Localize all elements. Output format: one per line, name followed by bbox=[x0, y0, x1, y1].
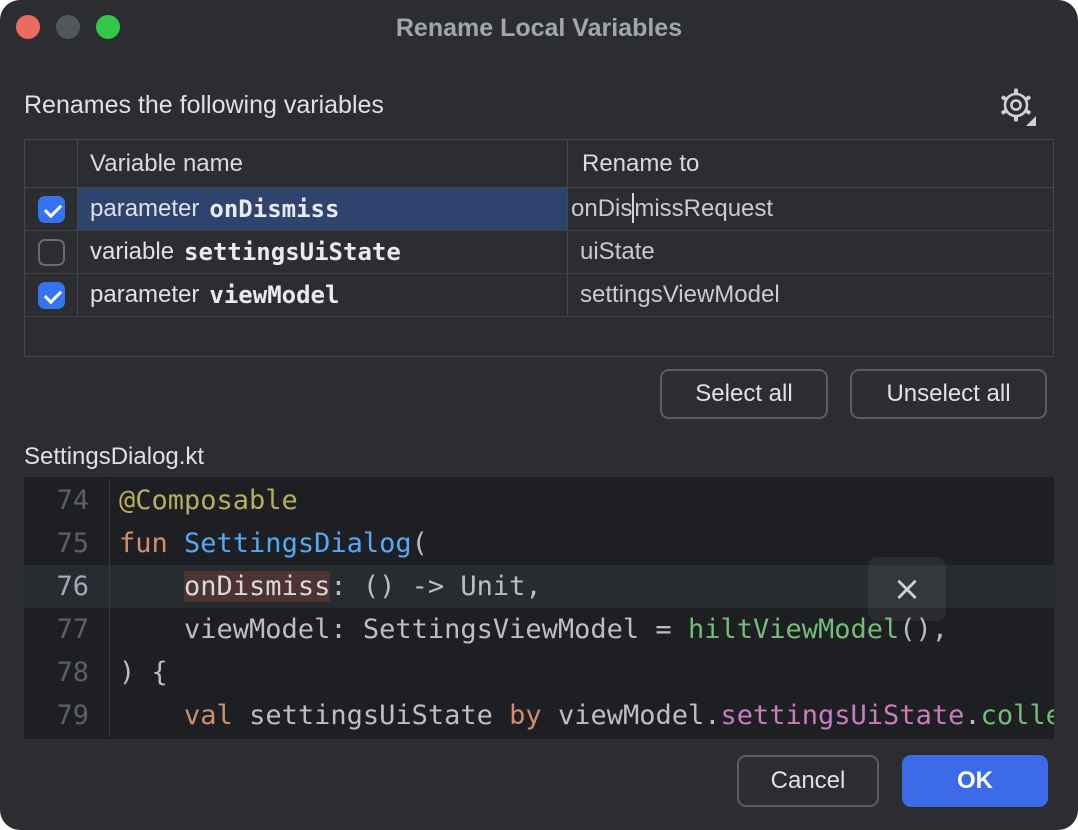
line-number: 76 bbox=[24, 565, 110, 608]
variable-cell[interactable]: parameter viewModel bbox=[78, 274, 568, 316]
code-preview: 74 @Composable 75 fun SettingsDialog( 76… bbox=[24, 477, 1054, 739]
rename-summary-label: Renames the following variables bbox=[24, 91, 384, 120]
table-row: parameter onDismiss onDismissRequest bbox=[25, 188, 1053, 231]
variable-kind: parameter bbox=[90, 281, 199, 309]
line-number: 79 bbox=[24, 694, 110, 737]
row-checkbox[interactable] bbox=[38, 196, 65, 223]
variable-name-column-header: Variable name bbox=[78, 140, 568, 187]
variable-kind: parameter bbox=[90, 195, 199, 223]
code-line: 79 val settingsUiState by viewModel.sett… bbox=[24, 694, 1054, 737]
line-number: 75 bbox=[24, 522, 110, 565]
row-checkbox[interactable] bbox=[38, 239, 65, 266]
code-line: 78 ) { bbox=[24, 651, 1054, 694]
table-row: parameter viewModel settingsViewModel bbox=[25, 274, 1053, 317]
close-preview-button[interactable]: × bbox=[868, 557, 946, 621]
variable-kind: variable bbox=[90, 238, 174, 266]
rename-input[interactable]: uiState bbox=[568, 231, 1053, 273]
rename-text: settingsViewModel bbox=[580, 281, 780, 309]
rename-text: uiState bbox=[580, 238, 655, 266]
unselect-all-button[interactable]: Unselect all bbox=[850, 369, 1047, 419]
variable-name: viewModel bbox=[209, 281, 339, 309]
code-line: 74 @Composable bbox=[24, 479, 1054, 522]
dropdown-caret-icon bbox=[1026, 116, 1036, 126]
rename-dialog: Rename Local Variables Renames the follo… bbox=[0, 0, 1078, 830]
variables-table: Variable name Rename to parameter onDism… bbox=[24, 139, 1054, 357]
rename-text-after-caret: missRequest bbox=[634, 195, 773, 223]
row-checkbox[interactable] bbox=[38, 282, 65, 309]
select-all-button[interactable]: Select all bbox=[660, 369, 828, 419]
rename-text-before-caret: onDis bbox=[571, 195, 632, 223]
rename-to-column-header: Rename to bbox=[568, 140, 1053, 187]
variable-cell[interactable]: variable settingsUiState bbox=[78, 231, 568, 273]
table-row: variable settingsUiState uiState bbox=[25, 231, 1053, 274]
table-header-row: Variable name Rename to bbox=[25, 140, 1053, 188]
ok-button[interactable]: OK bbox=[902, 755, 1048, 807]
window-title: Rename Local Variables bbox=[0, 0, 1078, 56]
rename-input[interactable]: settingsViewModel bbox=[568, 274, 1053, 316]
line-number: 74 bbox=[24, 479, 110, 522]
cancel-button[interactable]: Cancel bbox=[737, 755, 879, 807]
checkbox-column-header bbox=[25, 140, 78, 187]
file-name-label: SettingsDialog.kt bbox=[24, 443, 204, 471]
line-number: 77 bbox=[24, 608, 110, 651]
title-bar: Rename Local Variables bbox=[0, 0, 1078, 56]
close-icon: × bbox=[893, 572, 922, 606]
variable-name: settingsUiState bbox=[184, 238, 401, 266]
rename-occurrence-highlight: onDismiss bbox=[184, 571, 330, 602]
variable-cell[interactable]: parameter onDismiss bbox=[78, 188, 568, 230]
table-empty-area bbox=[25, 317, 1053, 356]
variable-name: onDismiss bbox=[209, 195, 339, 223]
rename-input[interactable]: onDismissRequest bbox=[568, 188, 1053, 230]
settings-gear-button[interactable] bbox=[994, 84, 1040, 130]
line-number: 78 bbox=[24, 651, 110, 694]
